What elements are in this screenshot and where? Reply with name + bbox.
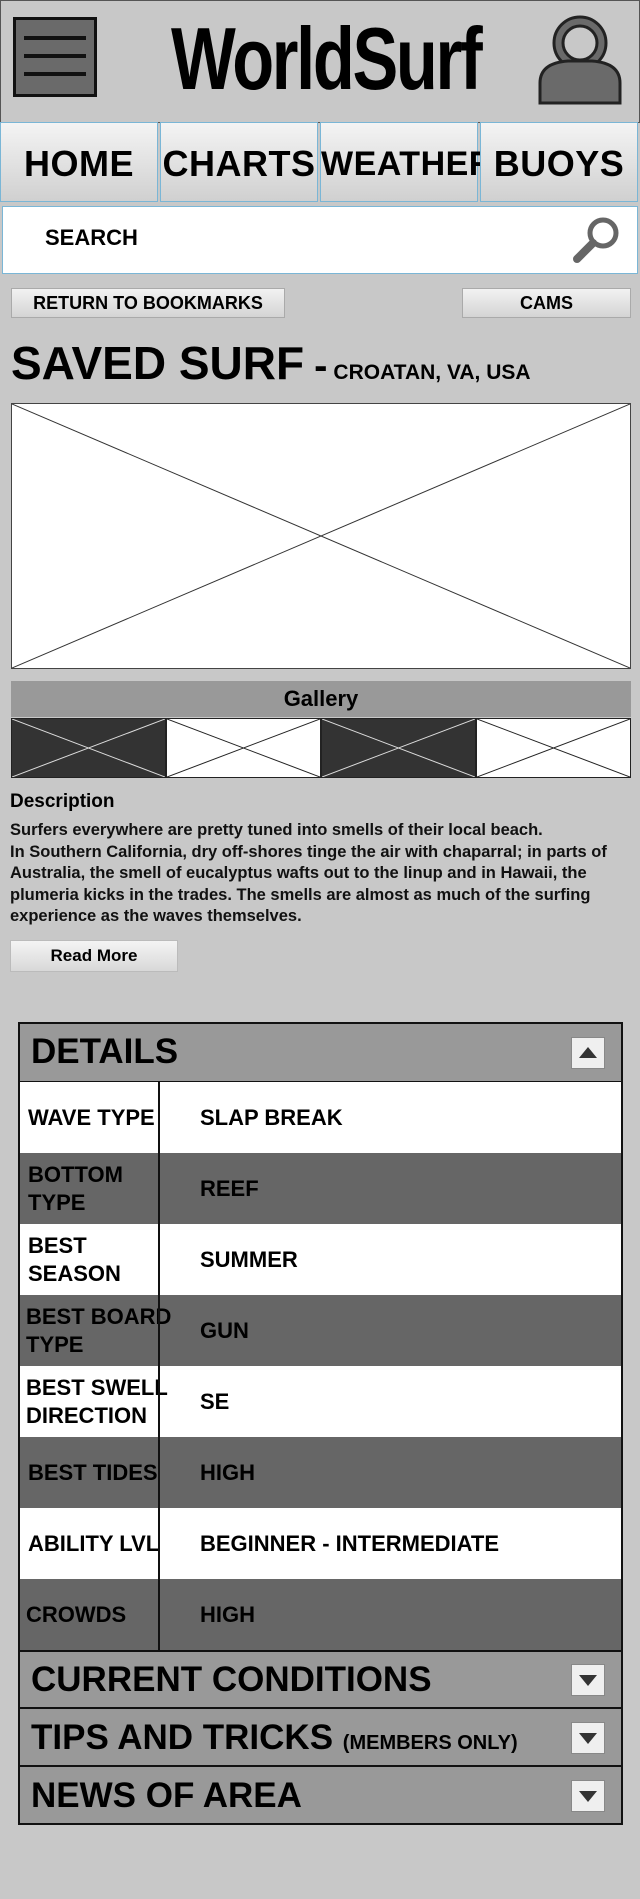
detail-key: WAVE TYPE	[28, 1104, 155, 1130]
detail-key: ABILITY LVL	[28, 1530, 160, 1556]
table-column-divider	[158, 1082, 160, 1650]
tips-title-text: TIPS AND TRICKS	[31, 1718, 334, 1757]
current-conditions-title: CURRENT CONDITIONS	[31, 1660, 432, 1699]
gallery-thumbnail[interactable]	[321, 718, 476, 778]
description-heading: Description	[10, 791, 115, 812]
detail-key: BOTTOM TYPE	[28, 1161, 123, 1215]
detail-key: BEST BOARD TYPE	[26, 1303, 172, 1357]
image-placeholder-icon	[12, 404, 630, 668]
details-title: DETAILS	[31, 1032, 179, 1071]
nav-tab-charts[interactable]: CHARTS	[160, 122, 318, 202]
chevron-up-icon	[579, 1047, 597, 1058]
table-row: BEST SEASON SUMMER	[18, 1224, 623, 1295]
news-title: NEWS OF AREA	[31, 1776, 302, 1815]
expand-button[interactable]	[571, 1664, 605, 1696]
description-paragraph: In Southern California, dry off-shores t…	[10, 842, 607, 926]
nav-tab-home[interactable]: HOME	[0, 122, 158, 202]
detail-key: BEST SEASON	[28, 1232, 121, 1286]
page-title: SAVED SURF - CROATAN, VA, USA	[11, 336, 531, 390]
return-to-bookmarks-button[interactable]: RETURN TO BOOKMARKS	[11, 288, 285, 318]
details-accordion-header[interactable]: DETAILS	[18, 1022, 623, 1083]
expand-button[interactable]	[571, 1780, 605, 1812]
news-of-area-accordion[interactable]: NEWS OF AREA	[18, 1765, 623, 1825]
gallery-thumbnails	[11, 718, 631, 778]
chevron-down-icon	[579, 1791, 597, 1802]
detail-key: BEST TIDES	[28, 1459, 158, 1485]
app-logo[interactable]: WorldSurf	[171, 9, 483, 109]
detail-value: SLAP BREAK	[200, 1104, 343, 1130]
detail-value: SUMMER	[200, 1246, 298, 1272]
description-paragraph: Surfers everywhere are pretty tuned into…	[10, 821, 543, 839]
table-border	[18, 1082, 20, 1650]
chevron-down-icon	[579, 1733, 597, 1744]
page-title-text: SAVED SURF	[11, 337, 305, 389]
search-bar[interactable]: SEARCH	[2, 206, 638, 274]
collapse-button[interactable]	[571, 1037, 605, 1069]
cams-button[interactable]: CAMS	[462, 288, 631, 318]
gallery-thumbnail[interactable]	[476, 718, 631, 778]
current-conditions-accordion[interactable]: CURRENT CONDITIONS	[18, 1650, 623, 1709]
gallery-thumbnail[interactable]	[11, 718, 166, 778]
table-border	[621, 1082, 623, 1650]
expand-button[interactable]	[571, 1722, 605, 1754]
location-label: CROATAN, VA, USA	[333, 361, 531, 384]
table-row: CROWDS HIGH	[18, 1579, 623, 1650]
main-nav: HOME CHARTS WEATHER BUOYS	[0, 122, 640, 204]
detail-value: HIGH	[200, 1601, 255, 1627]
detail-value: REEF	[200, 1175, 259, 1201]
detail-value: GUN	[200, 1317, 249, 1343]
table-row: BEST SWELL DIRECTION SE	[18, 1366, 623, 1437]
search-icon[interactable]	[571, 215, 623, 267]
tips-title: TIPS AND TRICKS (MEMBERS ONLY)	[31, 1718, 518, 1758]
chevron-down-icon	[579, 1675, 597, 1686]
search-input[interactable]: SEARCH	[45, 225, 138, 251]
table-row: BEST BOARD TYPE GUN	[18, 1295, 623, 1366]
detail-key: BEST SWELL DIRECTION	[26, 1374, 168, 1428]
hero-image-placeholder	[11, 403, 631, 669]
detail-value: HIGH	[200, 1459, 255, 1485]
gallery-header: Gallery	[11, 681, 631, 717]
title-separator: -	[314, 344, 328, 388]
table-row: WAVE TYPE SLAP BREAK	[18, 1082, 623, 1153]
detail-value: BEGINNER - INTERMEDIATE	[200, 1530, 500, 1556]
description-text: Surfers everywhere are pretty tuned into…	[10, 820, 628, 928]
table-row: ABILITY LVL BEGINNER - INTERMEDIATE	[18, 1508, 623, 1579]
table-row: BEST TIDES HIGH	[18, 1437, 623, 1508]
gallery-thumbnail[interactable]	[166, 718, 321, 778]
table-row: BOTTOM TYPE REEF	[18, 1153, 623, 1224]
nav-tab-buoys[interactable]: BUOYS	[480, 122, 638, 202]
read-more-button[interactable]: Read More	[10, 940, 178, 972]
detail-value: SE	[200, 1388, 230, 1414]
app-header: WorldSurf	[0, 0, 640, 123]
nav-tab-weather[interactable]: WEATHER	[320, 122, 493, 202]
members-only-note: (MEMBERS ONLY)	[342, 1732, 518, 1754]
hamburger-menu-icon[interactable]	[13, 17, 97, 97]
detail-key: CROWDS	[26, 1601, 127, 1627]
user-avatar-icon[interactable]	[538, 13, 622, 105]
tips-and-tricks-accordion[interactable]: TIPS AND TRICKS (MEMBERS ONLY)	[18, 1707, 623, 1767]
